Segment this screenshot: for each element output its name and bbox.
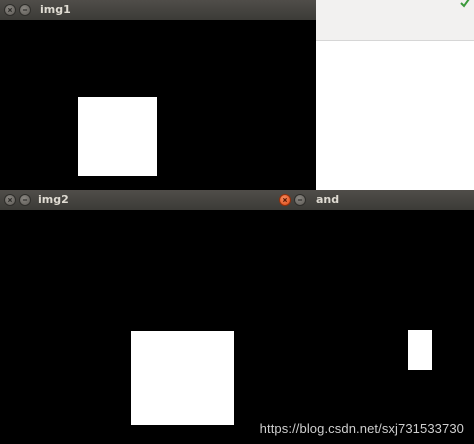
close-icon[interactable] bbox=[4, 4, 16, 16]
img1-window: img1 bbox=[0, 0, 316, 190]
img2-canvas bbox=[0, 210, 274, 444]
check-icon[interactable] bbox=[460, 0, 470, 8]
white-square bbox=[131, 331, 234, 425]
and-canvas bbox=[274, 210, 474, 444]
img2-titlebar[interactable]: img2 bbox=[0, 190, 274, 210]
watermark-text: https://blog.csdn.net/sxj731533730 bbox=[259, 421, 464, 436]
close-icon[interactable] bbox=[279, 194, 291, 206]
minimize-icon[interactable] bbox=[294, 194, 306, 206]
minimize-icon[interactable] bbox=[19, 194, 31, 206]
img1-canvas bbox=[0, 20, 316, 190]
white-square bbox=[78, 97, 157, 176]
and-window: and bbox=[274, 190, 474, 444]
img2-title: img2 bbox=[38, 193, 69, 206]
white-rectangle bbox=[408, 330, 432, 370]
desktop: img1 img2 and https://blog.csdn.net/sxj7… bbox=[0, 0, 474, 444]
background-window bbox=[316, 0, 474, 190]
img2-window: img2 bbox=[0, 190, 274, 444]
and-titlebar[interactable]: and bbox=[274, 190, 474, 210]
and-title: and bbox=[316, 193, 340, 206]
close-icon[interactable] bbox=[4, 194, 16, 206]
img1-titlebar[interactable]: img1 bbox=[0, 0, 316, 20]
img1-title: img1 bbox=[40, 3, 71, 16]
minimize-icon[interactable] bbox=[19, 4, 31, 16]
background-window-toolbar bbox=[316, 0, 474, 41]
